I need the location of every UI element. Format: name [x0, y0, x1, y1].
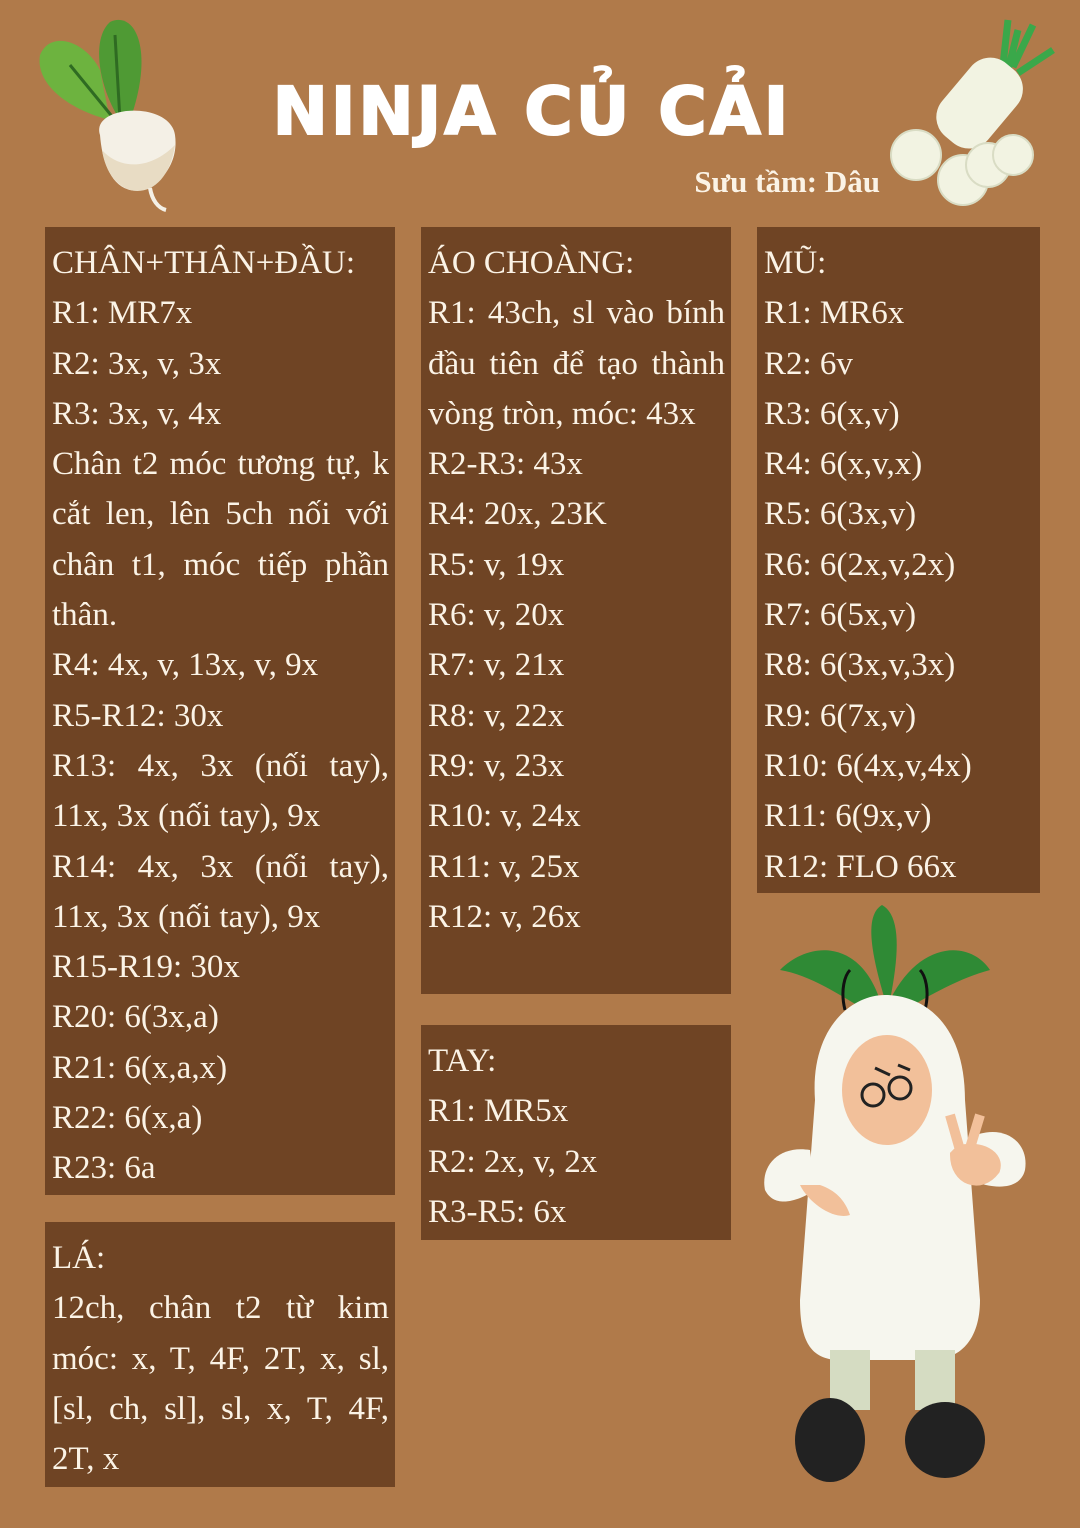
row-line: R11: v, 25x: [428, 848, 580, 885]
row-line: R20: 6(3x,a): [52, 999, 219, 1036]
credit-text: Sưu tầm: Dâu: [694, 164, 880, 199]
section-heading: CHÂN+THÂN+ĐẦU:: [52, 245, 356, 281]
row-line: R1: MR7x: [52, 295, 193, 332]
row-line: R13: 4x, 3x (nối tay), 11x, 3x (nối tay)…: [52, 747, 389, 835]
row-line: R5: v, 19x: [428, 546, 565, 583]
row-line: R3-R5: 6x: [428, 1193, 567, 1230]
row-line: R1: MR5x: [428, 1093, 569, 1130]
row-line: R3: 3x, v, 4x: [52, 395, 222, 432]
row-line: R2: 3x, v, 3x: [52, 345, 222, 382]
radish-illustration: [39, 19, 176, 212]
row-line: R1: MR6x: [764, 295, 905, 332]
row-line: R3: 6(x,v): [764, 395, 900, 432]
note-text: Chân t2 móc tương tự, k cắt len, lên 5ch…: [52, 446, 389, 634]
row-line: R8: 6(3x,v,3x): [764, 647, 956, 684]
row-line: R5-R12: 30x: [52, 697, 224, 734]
row-line: R4: 20x, 23K: [428, 496, 607, 533]
body-section: CHÂN+THÂN+ĐẦU: R1: MR7x R2: 3x, v, 3x R3…: [45, 227, 395, 1195]
ninja-radish-character-illustration: [764, 905, 1026, 1482]
row-line: R7: 6(5x,v): [764, 597, 917, 634]
row-line: R1: 43ch, sl vào bính đầu tiên để tạo th…: [428, 295, 725, 432]
row-line: R22: 6(x,a): [52, 1100, 203, 1137]
leaf-text: 12ch, chân t2 từ kim móc: x, T, 4F, 2T, …: [52, 1290, 389, 1478]
hat-section: MŨ: R1: MR6x R2: 6v R3: 6(x,v) R4: 6(x,v…: [757, 227, 1040, 893]
row-line: R12: FLO 66x: [764, 848, 957, 885]
row-line: R9: v, 23x: [428, 747, 565, 784]
row-line: R21: 6(x,a,x): [52, 1049, 228, 1086]
cape-section: ÁO CHOÀNG: R1: 43ch, sl vào bính đầu tiê…: [421, 227, 731, 994]
row-line: R6: 6(2x,v,2x): [764, 546, 956, 583]
row-line: R2: 6v: [764, 345, 853, 382]
section-heading: MŨ:: [764, 245, 827, 281]
leaf-section: LÁ: 12ch, chân t2 từ kim móc: x, T, 4F, …: [45, 1222, 395, 1487]
row-line: R8: v, 22x: [428, 697, 565, 734]
row-line: R9: 6(7x,v): [764, 697, 917, 734]
row-line: R2-R3: 43x: [428, 446, 583, 483]
row-line: R23: 6a: [52, 1150, 156, 1187]
row-line: R5: 6(3x,v): [764, 496, 917, 533]
row-line: R10: 6(4x,v,4x): [764, 747, 972, 784]
row-line: R10: v, 24x: [428, 798, 581, 835]
section-heading: TAY:: [428, 1043, 497, 1079]
row-line: R7: v, 21x: [428, 647, 565, 684]
row-line: R4: 6(x,v,x): [764, 446, 923, 483]
page-title: NINJA CỦ CẢI: [272, 72, 792, 151]
row-line: R12: v, 26x: [428, 898, 581, 935]
section-heading: ÁO CHOÀNG:: [428, 245, 635, 281]
row-line: R4: 4x, v, 13x, v, 9x: [52, 647, 319, 684]
row-line: R14: 4x, 3x (nối tay), 11x, 3x (nối tay)…: [52, 848, 389, 935]
daikon-illustration: [890, 19, 1055, 206]
row-line: R15-R19: 30x: [52, 949, 240, 986]
row-line: R11: 6(9x,v): [764, 798, 932, 835]
section-heading: LÁ:: [52, 1240, 106, 1276]
arm-section: TAY: R1: MR5x R2: 2x, v, 2x R3-R5: 6x: [421, 1025, 731, 1240]
row-line: R2: 2x, v, 2x: [428, 1143, 598, 1180]
row-line: R6: v, 20x: [428, 597, 565, 634]
